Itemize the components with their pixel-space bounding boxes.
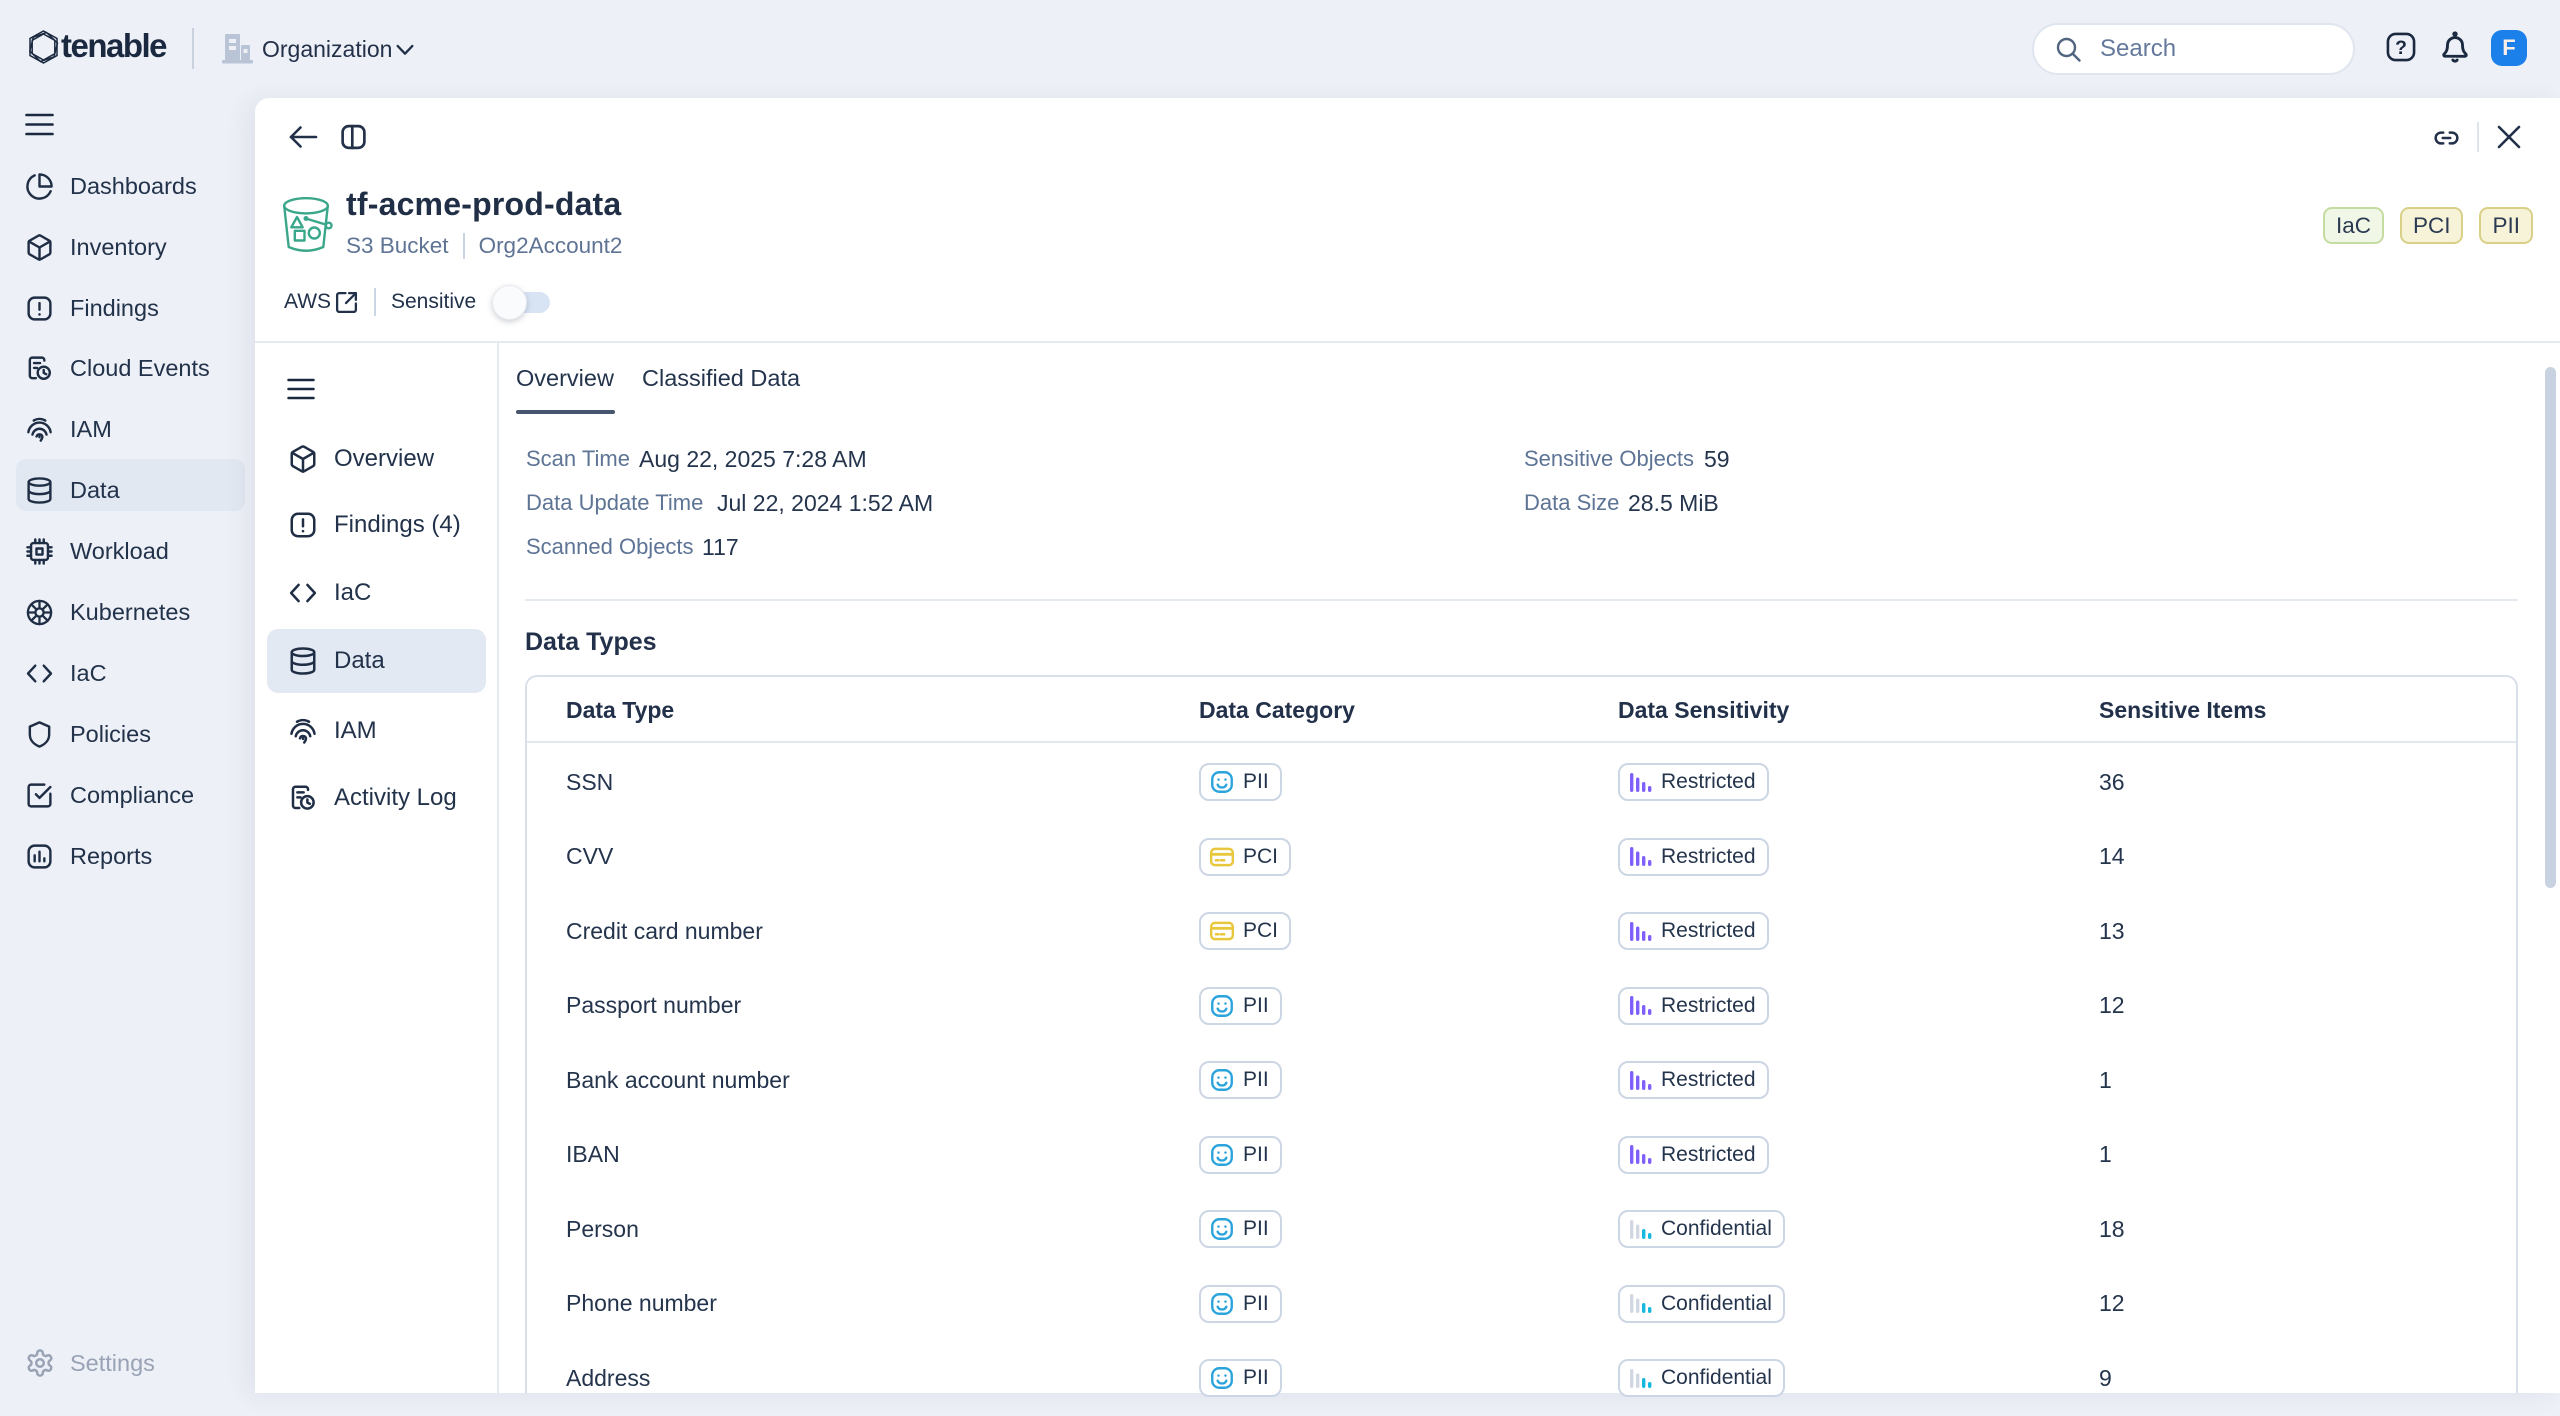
svg-text:?: ? xyxy=(2395,37,2407,59)
